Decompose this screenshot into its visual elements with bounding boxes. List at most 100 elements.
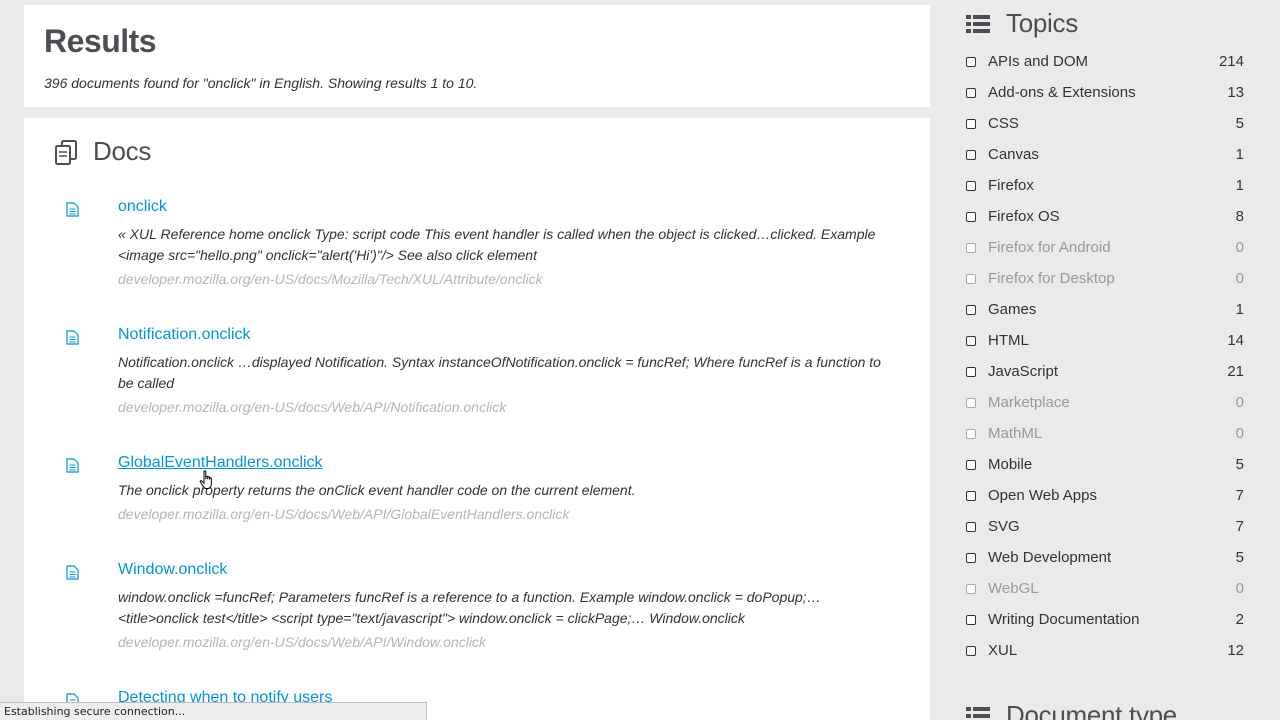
- topic-count: 14: [1227, 332, 1244, 349]
- topic-label: Games: [988, 301, 1037, 318]
- result-excerpt: window.onclick =funcRef; Parameters func…: [118, 589, 821, 626]
- topics-title: Topics: [1006, 8, 1078, 38]
- topics-header: Topics: [966, 8, 1078, 39]
- search-result: onclick « XUL Reference home onclick Typ…: [24, 198, 930, 308]
- docs-panel: Docs onclick « XUL Reference home onclic…: [24, 118, 930, 720]
- list-icon: [966, 14, 990, 34]
- topic-label: Add-ons & Extensions: [988, 84, 1136, 101]
- document-type-header: Document type: [966, 700, 1177, 720]
- topic-count: 214: [1218, 53, 1244, 70]
- topic-label: WebGL: [988, 580, 1039, 597]
- topic-checkbox[interactable]: [966, 335, 976, 346]
- topic-count: 5: [1235, 456, 1244, 473]
- document-icon: [66, 330, 79, 345]
- topic-label: HTML: [988, 332, 1029, 349]
- sidebar: Topics APIs and DOM 214 Add-ons & Extensio…: [930, 0, 1280, 720]
- topic-filter-item[interactable]: HTML 14: [966, 325, 1244, 356]
- topic-count: 0: [1235, 270, 1244, 287]
- result-title-link[interactable]: Window.onclick: [118, 561, 227, 579]
- topic-label: Firefox OS: [988, 208, 1060, 225]
- topic-checkbox[interactable]: [966, 583, 976, 594]
- topic-checkbox[interactable]: [966, 552, 976, 563]
- topic-filter-item[interactable]: MathML 0: [966, 418, 1244, 449]
- topic-filter-item[interactable]: Open Web Apps 7: [966, 480, 1244, 511]
- document-type-title: Document type: [1006, 700, 1177, 720]
- topic-filter-item[interactable]: Firefox for Desktop 0: [966, 263, 1244, 294]
- document-icon: [66, 565, 79, 580]
- topic-checkbox[interactable]: [966, 397, 976, 408]
- topic-checkbox[interactable]: [966, 149, 976, 160]
- topic-count: 0: [1235, 239, 1244, 256]
- topic-count: 1: [1235, 146, 1244, 163]
- topic-label: Firefox for Android: [988, 239, 1111, 256]
- topic-label: Firefox for Desktop: [988, 270, 1115, 287]
- topic-count: 21: [1227, 363, 1244, 380]
- topic-checkbox[interactable]: [966, 521, 976, 532]
- result-url: developer.mozilla.org/en-US/docs/Web/API…: [118, 506, 570, 522]
- document-icon: [66, 202, 79, 217]
- topic-checkbox[interactable]: [966, 273, 976, 284]
- topic-filter-item[interactable]: Firefox 1: [966, 170, 1244, 201]
- topic-label: XUL: [988, 642, 1018, 659]
- topic-filter-item[interactable]: Mobile 5: [966, 449, 1244, 480]
- topic-count: 7: [1235, 518, 1244, 535]
- topic-label: Marketplace: [988, 394, 1070, 411]
- topic-label: Writing Documentation: [988, 611, 1140, 628]
- docs-title: Docs: [93, 136, 152, 166]
- results-panel: Results 396 documents found for "onclick…: [24, 5, 930, 107]
- topic-count: 2: [1235, 611, 1244, 628]
- topic-filter-item[interactable]: JavaScript 21: [966, 356, 1244, 387]
- docs-header: Docs: [54, 136, 151, 167]
- topic-filter-item[interactable]: Canvas 1: [966, 139, 1244, 170]
- topic-checkbox[interactable]: [966, 56, 976, 67]
- topic-checkbox[interactable]: [966, 459, 976, 470]
- topic-filter-item[interactable]: WebGL 0: [966, 573, 1244, 604]
- topic-checkbox[interactable]: [966, 490, 976, 501]
- topic-filter-item[interactable]: SVG 7: [966, 511, 1244, 542]
- topic-filter-item[interactable]: Firefox OS 8: [966, 201, 1244, 232]
- topic-label: Web Development: [988, 549, 1112, 566]
- topic-count: 5: [1235, 115, 1244, 132]
- topic-checkbox[interactable]: [966, 645, 976, 656]
- result-url: developer.mozilla.org/en-US/docs/Web/API…: [118, 634, 486, 650]
- result-title-link[interactable]: GlobalEventHandlers.onclick: [118, 454, 323, 472]
- topic-count: 13: [1227, 84, 1244, 101]
- topic-checkbox[interactable]: [966, 614, 976, 625]
- search-result: Notification.onclick Notification.onclic…: [24, 326, 930, 436]
- topic-filter-item[interactable]: Games 1: [966, 294, 1244, 325]
- topic-count: 12: [1227, 642, 1244, 659]
- document-icon: [66, 458, 79, 473]
- topic-filter-item[interactable]: XUL 12: [966, 635, 1244, 666]
- topic-filter-item[interactable]: Firefox for Android 0: [966, 232, 1244, 263]
- result-title-link[interactable]: onclick: [118, 198, 167, 216]
- topic-filter-item[interactable]: APIs and DOM 214: [966, 46, 1244, 77]
- topic-label: Open Web Apps: [988, 487, 1097, 504]
- topic-label: APIs and DOM: [988, 53, 1089, 70]
- topic-label: JavaScript: [988, 363, 1059, 380]
- topic-checkbox[interactable]: [966, 366, 976, 377]
- topic-count: 7: [1235, 487, 1244, 504]
- topic-filter-item[interactable]: Web Development 5: [966, 542, 1244, 573]
- list-icon: [966, 706, 990, 720]
- topic-filter-item[interactable]: Writing Documentation 2: [966, 604, 1244, 635]
- topic-checkbox[interactable]: [966, 428, 976, 439]
- topic-checkbox[interactable]: [966, 304, 976, 315]
- topic-filter-item[interactable]: Marketplace 0: [966, 387, 1244, 418]
- topic-checkbox[interactable]: [966, 87, 976, 98]
- search-result: GlobalEventHandlers.onclick The onclick …: [24, 454, 930, 544]
- topic-count: 1: [1235, 177, 1244, 194]
- topic-filter-item[interactable]: CSS 5: [966, 108, 1244, 139]
- topic-filter-item[interactable]: Add-ons & Extensions 13: [966, 77, 1244, 108]
- topic-checkbox[interactable]: [966, 118, 976, 129]
- topic-label: MathML: [988, 425, 1043, 442]
- topic-checkbox[interactable]: [966, 211, 976, 222]
- topic-label: Mobile: [988, 456, 1033, 473]
- topic-label: Firefox: [988, 177, 1034, 194]
- result-title-link[interactable]: Notification.onclick: [118, 326, 251, 344]
- result-excerpt: « XUL Reference home onclick Type: scrip…: [118, 226, 876, 263]
- topic-checkbox[interactable]: [966, 180, 976, 191]
- topic-count: 0: [1235, 580, 1244, 597]
- results-title: Results: [44, 23, 157, 59]
- topic-checkbox[interactable]: [966, 242, 976, 253]
- hand-pointer-icon: [199, 470, 215, 490]
